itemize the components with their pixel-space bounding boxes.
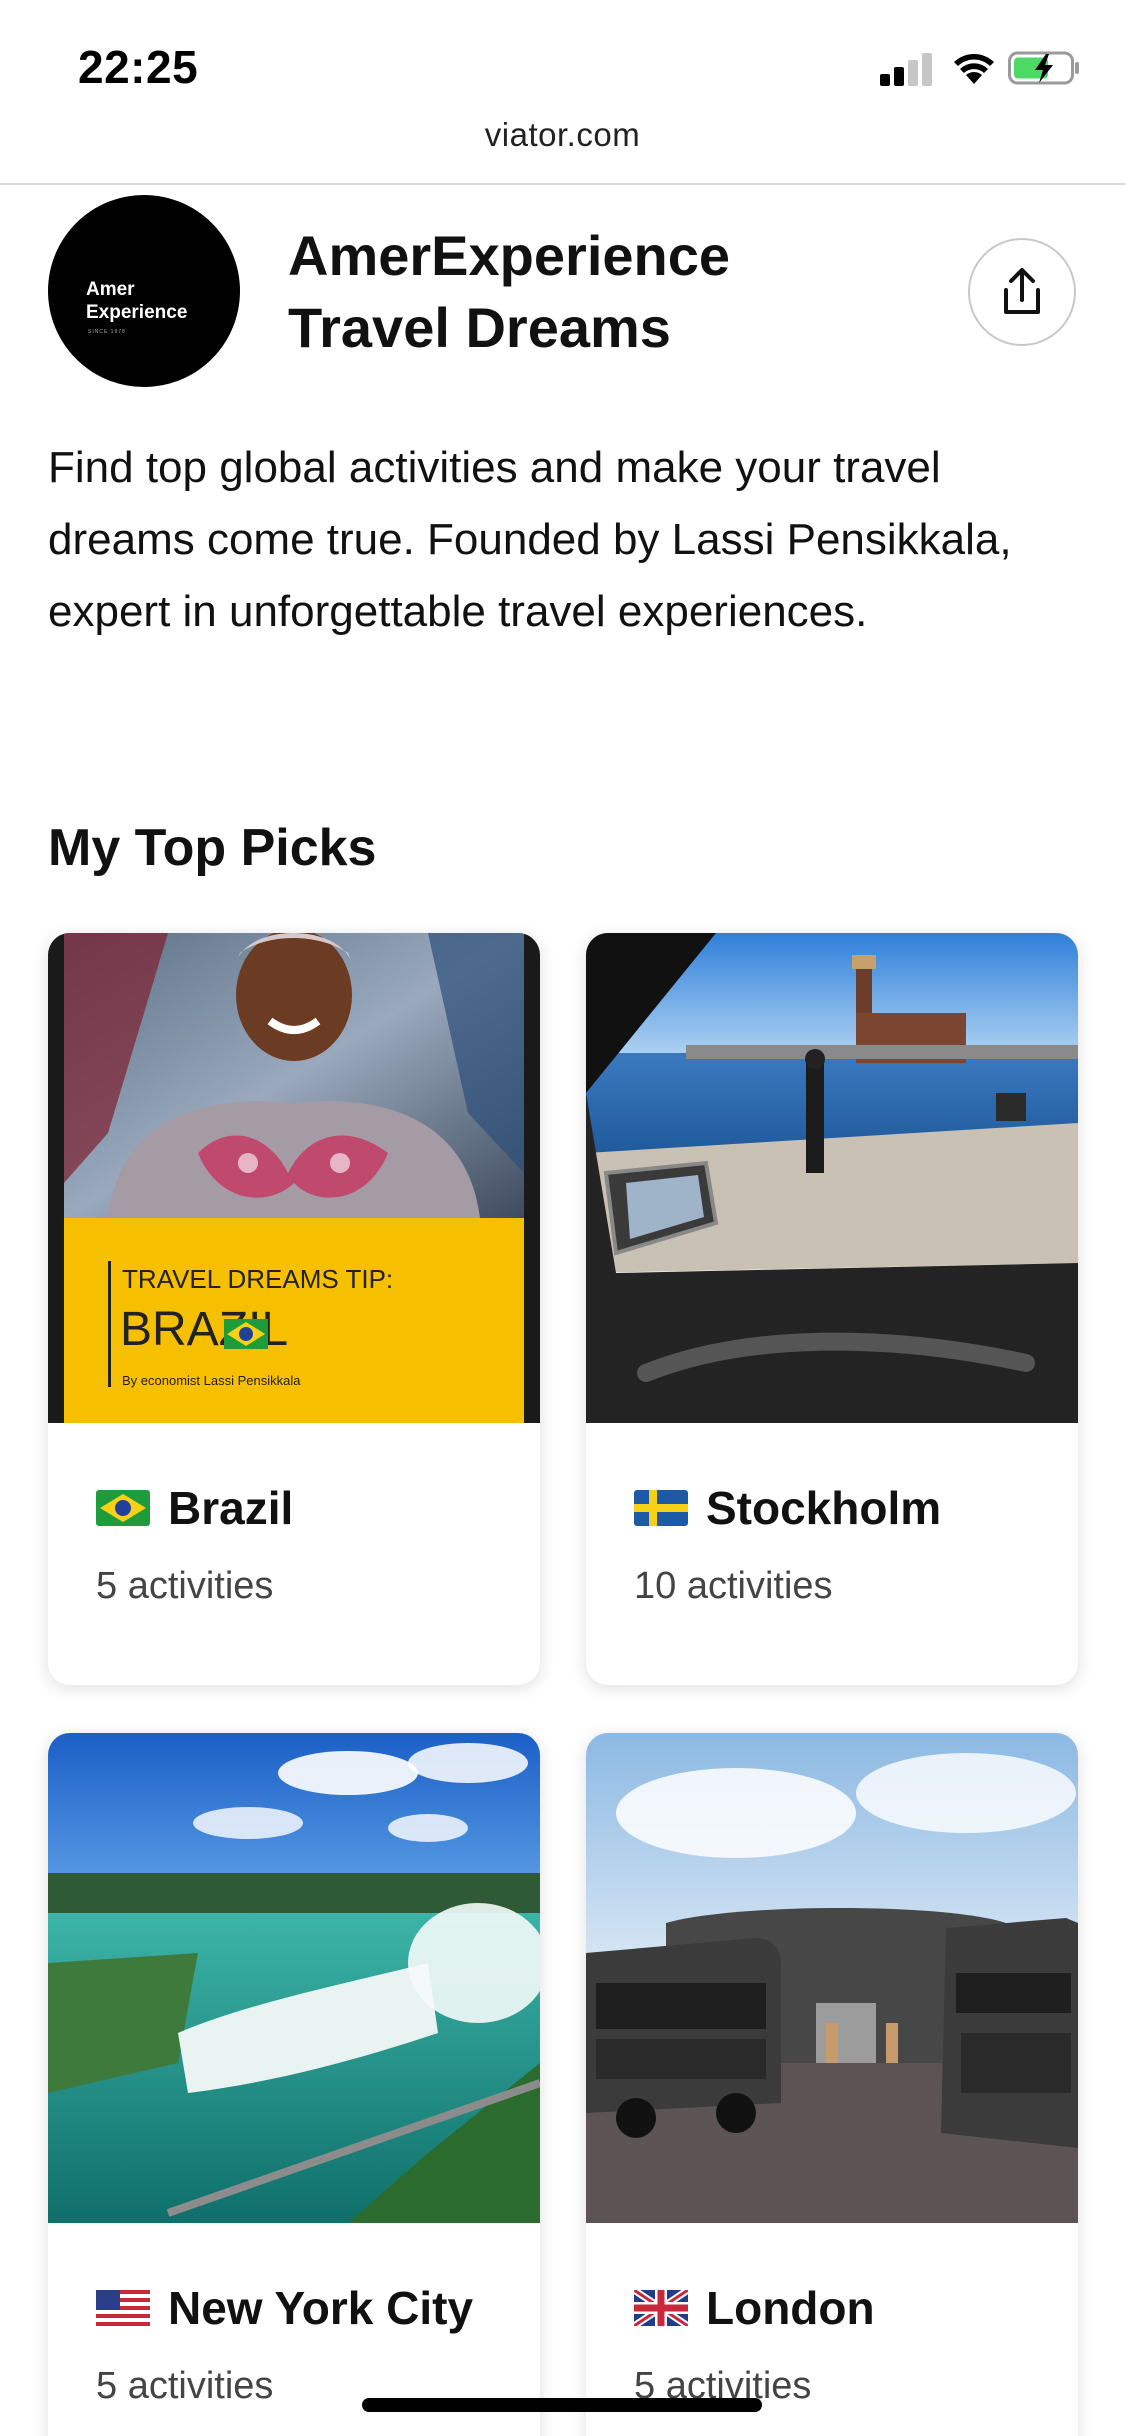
home-indicator[interactable] bbox=[362, 2398, 762, 2412]
card-title: Stockholm bbox=[634, 1481, 941, 1535]
brazil-flag-icon bbox=[96, 1490, 150, 1526]
card-activity-count: 5 activities bbox=[96, 1565, 274, 1607]
top-pick-card-london[interactable]: London 5 activities bbox=[586, 1733, 1078, 2436]
profile-description: Find top global activities and make your… bbox=[48, 443, 1012, 636]
profile-name: AmerExperience Travel Dreams bbox=[288, 220, 908, 364]
card-activity-count: 5 activities bbox=[96, 2365, 274, 2407]
uk-flag-icon bbox=[634, 2290, 688, 2326]
status-bar: 22:25 bbox=[0, 0, 1125, 132]
avatar-logo-tagline: SINCE 1978 bbox=[88, 329, 126, 335]
card-title-text: Stockholm bbox=[706, 1482, 942, 1534]
usa-flag-icon bbox=[96, 2290, 150, 2326]
cellular-signal-icon bbox=[880, 52, 936, 86]
card-title-text: New York City bbox=[168, 2282, 474, 2334]
studio-tour-buses-image bbox=[586, 1733, 1078, 2223]
profile-avatar: Amer Experience SINCE 1978 bbox=[48, 195, 240, 387]
sweden-flag-icon bbox=[634, 1490, 688, 1526]
stockholm-city-hall-image bbox=[586, 933, 1078, 1423]
avatar-logo-line2: Experience bbox=[86, 302, 188, 323]
brazil-caption-line1: TRAVEL DREAMS TIP: bbox=[122, 1264, 393, 1294]
status-time: 22:25 bbox=[78, 41, 199, 93]
new-york-city-card-image bbox=[48, 1733, 540, 2223]
top-pick-card-new-york-city[interactable]: New York City 5 activities bbox=[48, 1733, 540, 2436]
niagara-falls-image bbox=[48, 1733, 540, 2223]
address-bar-url[interactable]: viator.com bbox=[0, 116, 1125, 154]
london-card-image bbox=[586, 1733, 1078, 2223]
profile-name-line1: AmerExperience bbox=[288, 224, 731, 287]
share-icon bbox=[1004, 268, 1040, 314]
battery-charging-icon bbox=[1008, 51, 1079, 85]
card-title: London bbox=[634, 2281, 875, 2335]
brazil-caption-flag-icon bbox=[224, 1319, 268, 1349]
brazil-card-image: TRAVEL DREAMS TIP: BRAZIL By economist L… bbox=[48, 933, 540, 1423]
top-pick-card-brazil[interactable]: TRAVEL DREAMS TIP: BRAZIL By economist L… bbox=[48, 933, 540, 1685]
card-title-text: Brazil bbox=[168, 1482, 294, 1534]
wifi-icon bbox=[954, 54, 994, 84]
stockholm-card-image bbox=[586, 933, 1078, 1423]
share-button[interactable] bbox=[968, 238, 1076, 346]
top-picks-title: My Top Picks bbox=[48, 819, 377, 877]
address-bar-divider bbox=[0, 183, 1125, 185]
avatar-logo-line1: Amer bbox=[86, 279, 135, 300]
brazil-caption-line3: By economist Lassi Pensikkala bbox=[122, 1373, 301, 1388]
carnival-dancer-image: TRAVEL DREAMS TIP: BRAZIL By economist L… bbox=[64, 933, 524, 1423]
profile-name-line2: Travel Dreams bbox=[288, 296, 671, 359]
card-title: New York City bbox=[96, 2281, 473, 2335]
card-title-text: London bbox=[706, 2282, 875, 2334]
card-activity-count: 10 activities bbox=[634, 1565, 833, 1607]
card-title: Brazil bbox=[96, 1481, 293, 1535]
avatar-logo-text: Amer Experience bbox=[86, 278, 187, 324]
top-pick-card-stockholm[interactable]: Stockholm 10 activities bbox=[586, 933, 1078, 1685]
